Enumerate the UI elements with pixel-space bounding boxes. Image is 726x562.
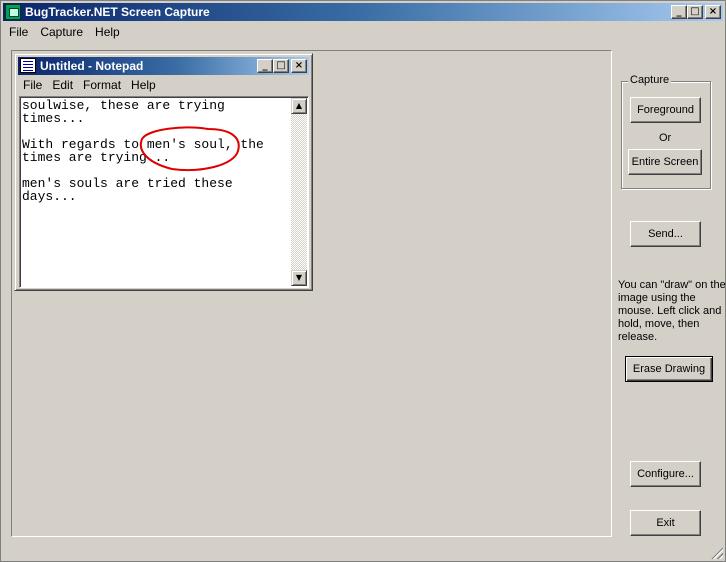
- capture-group-label: Capture: [628, 74, 672, 86]
- notepad-text-area: soulwise, these are trying times... With…: [19, 96, 309, 288]
- send-button[interactable]: Send...: [630, 221, 701, 247]
- capture-preview[interactable]: Untitled - Notepad _ □ × File Edit Forma…: [11, 50, 612, 537]
- or-label: Or: [659, 132, 672, 144]
- notepad-scrollbar: ▲ ▼: [291, 98, 307, 286]
- notepad-menu-file: File: [23, 78, 43, 92]
- maximize-button[interactable]: □: [687, 5, 703, 19]
- notepad-maximize-icon: □: [273, 59, 289, 73]
- notepad-line-1: soulwise, these are trying times...: [22, 99, 233, 126]
- menu-bar: File Capture Help: [3, 23, 126, 41]
- notepad-window-screenshot: Untitled - Notepad _ □ × File Edit Forma…: [14, 53, 313, 291]
- window-title: BugTracker.NET Screen Capture: [25, 5, 210, 19]
- notepad-icon: [20, 58, 36, 73]
- minimize-button[interactable]: _: [671, 5, 687, 19]
- erase-drawing-button[interactable]: Erase Drawing: [625, 356, 713, 382]
- notepad-menu-bar: File Edit Format Help: [18, 77, 161, 94]
- scroll-up-icon: ▲: [291, 98, 307, 114]
- notepad-title: Untitled - Notepad: [40, 59, 144, 73]
- notepad-close-icon: ×: [291, 59, 307, 73]
- close-button[interactable]: ×: [705, 5, 721, 19]
- notepad-menu-edit: Edit: [52, 78, 74, 92]
- menu-capture[interactable]: Capture: [34, 23, 89, 41]
- title-bar[interactable]: BugTracker.NET Screen Capture _ □ ×: [3, 3, 723, 21]
- notepad-menu-help: Help: [131, 78, 156, 92]
- notepad-text: soulwise, these are trying times... With…: [22, 99, 292, 285]
- drawing-help-text: You can "draw" on the image using the mo…: [618, 279, 726, 343]
- notepad-line-3: men's souls are tried these days...: [22, 176, 241, 204]
- app-icon: [5, 4, 21, 20]
- notepad-title-bar: Untitled - Notepad _ □ ×: [18, 57, 309, 75]
- notepad-caption-buttons: _ □ ×: [257, 59, 307, 73]
- entire-screen-button[interactable]: Entire Screen: [628, 149, 702, 175]
- notepad-menu-format: Format: [83, 78, 122, 92]
- main-window: BugTracker.NET Screen Capture _ □ × File…: [0, 0, 726, 562]
- caption-buttons: _ □ ×: [671, 5, 721, 19]
- notepad-minimize-icon: _: [257, 59, 273, 73]
- exit-button[interactable]: Exit: [630, 510, 701, 536]
- configure-button[interactable]: Configure...: [630, 461, 701, 487]
- menu-help[interactable]: Help: [89, 23, 126, 41]
- scroll-down-icon: ▼: [291, 270, 307, 286]
- foreground-button[interactable]: Foreground: [630, 97, 701, 123]
- menu-file[interactable]: File: [3, 23, 34, 41]
- notepad-line-2: With regards to men's soul, the times ar…: [22, 137, 272, 165]
- resize-grip[interactable]: [711, 547, 723, 559]
